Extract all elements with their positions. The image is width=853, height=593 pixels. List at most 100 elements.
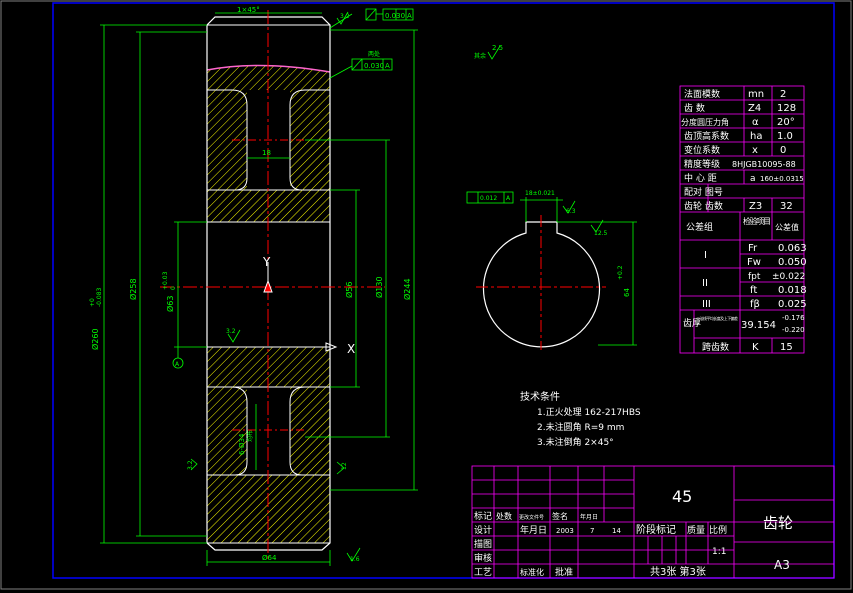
param-label-4: 变位系数 [684,144,720,156]
param-sym-2: α [752,117,759,128]
param-val-2: 20° [777,117,795,128]
tol-val-3: 0.018 [778,285,807,296]
span-sym: K [752,342,759,353]
keyway-view [466,191,637,350]
tb-file-no: 更改文件号 [519,514,544,521]
rough-top-value: 3.2 [340,13,350,20]
span-val: 15 [780,342,793,353]
keyway-gdt-ref: A [506,195,511,202]
tol-val-2: ±0.022 [772,272,805,282]
dim-bottom-dia: Ø64 [262,554,277,562]
param-label-1: 齿 数 [684,102,705,114]
tb-approve: 批准 [555,566,573,578]
rough-left-value: 3.2 [187,460,194,470]
rough-rest-value: 2.5 [492,44,503,52]
axis-x-label: X [347,342,355,356]
param-label-3: 齿顶高系数 [684,130,729,142]
tb-size: A3 [774,558,790,572]
gdt-ref-1: A [407,12,412,20]
keyway-depth: 64 [623,288,631,297]
param-label-8: 齿轮 齿数 [684,200,723,212]
tol-val-1: 0.050 [778,257,807,268]
dim-outer-dia: Ø260 [90,328,100,350]
keyway-gdt-tol: 0.012 [480,195,497,202]
rough-web-value: 3.2 [226,328,236,335]
gdt-ref-2: A [385,62,390,70]
tol-val-4: 0.025 [778,299,807,310]
thick-lower: -0.220 [782,326,805,334]
chamfer-top-label: 1×45° [237,6,260,14]
param-label-5: 精度等级 [684,158,720,170]
dim-bore-dia: Ø63 [165,296,175,312]
tb-draw: 描图 [474,538,492,550]
tol-sym-2: fpt [748,272,761,282]
tol-group-2: II [702,278,708,289]
keyway-rough-1: 6.3 [566,208,576,215]
param-val-5: 8HJGB10095-88 [732,160,796,169]
param-val-8: 32 [780,201,793,212]
param-label-6: 中 心 距 [684,172,717,184]
material: 45 [672,487,692,506]
tb-weight: 质量 [687,524,705,536]
dim-258-dia: Ø258 [128,278,138,300]
rough-rest-label: 其余 [474,52,486,60]
note-1: 1.正火处理 162-217HBS [537,406,641,418]
dim-bore-tol-lower: 0 [170,286,177,290]
tb-d1: 14 [612,527,621,535]
param-val-6: 160±0.0315 [760,175,804,183]
cad-drawing: Y X 1×45° Ø260 +0 -0.083 Ø258 Ø63 +0.03 … [0,0,852,590]
tol-sym-1: Fw [747,257,761,268]
tol-group-3: III [702,299,711,310]
tb-ratio-value: 1:1 [712,547,726,557]
dim-width-18: 18 [262,149,271,157]
axis-y-label: Y [262,255,271,269]
rough-bottom-value: 1.6 [350,556,360,563]
keyway-width: 18±0.021 [525,190,555,197]
param-sym-3: ha [750,131,762,142]
param-sym-4: x [752,145,758,156]
tol-sym-0: Fr [748,243,758,254]
param-val-3: 1.0 [777,131,793,142]
tb-y1: 2003 [556,527,574,535]
tol-val-0: 0.063 [778,243,807,254]
tb-date-label: 年月日 [580,513,598,521]
tb-sheets: 共3张 第3张 [650,565,706,578]
dim-outer-tol-upper: +0 [89,298,96,307]
thick-val: 39.154 [741,320,776,331]
tb-mark: 标记 [474,510,492,522]
tb-check: 审核 [474,552,492,564]
tol-sym-3: ft [750,285,757,296]
thick-desc: 公法线平均长度及上下偏差 [696,315,738,321]
param-sym-6: a [750,174,756,184]
part-name: 齿轮 [763,514,793,532]
dim-holes-sub: 均布 [246,430,254,442]
tb-ratio-label: 比例 [709,524,727,536]
dim-56-dia: Ø56 [344,282,354,298]
tb-year: 年月日 [520,524,547,536]
tb-stage: 阶段标记 [636,523,676,536]
tol-sym-4: fβ [750,299,760,310]
tol-head-item: 检验项目 [743,216,771,226]
thick-upper: -0.176 [782,314,805,322]
tol-group-1: I [704,250,707,261]
tb-count: 处数 [496,511,512,521]
param-val-4: 0 [780,145,786,156]
tol-head-group: 公差组 [686,221,713,233]
dim-bore-tol-upper: +0.03 [162,271,169,290]
dim-outer-tol-lower: -0.083 [96,287,103,307]
gdt-note: 两处 [368,50,380,58]
param-sym-0: mn [748,89,764,100]
param-val-1: 128 [777,103,796,114]
dim-holes: 6-Ø34 [238,433,246,455]
tb-craft: 工艺 [474,567,492,578]
tb-design: 设计 [474,524,492,536]
note-3: 3.未注倒角 2×45° [537,436,614,448]
dim-130-dia: Ø130 [374,276,384,298]
datum-a-label: A [175,361,180,368]
span-label: 跨齿数 [702,341,729,353]
param-sym-1: Z4 [748,103,761,114]
rough-right-value: 12 [341,462,348,470]
keyway-rough-2: 12.5 [594,230,608,237]
tb-sign: 签名 [552,511,568,521]
tb-standard: 标准化 [520,567,544,577]
